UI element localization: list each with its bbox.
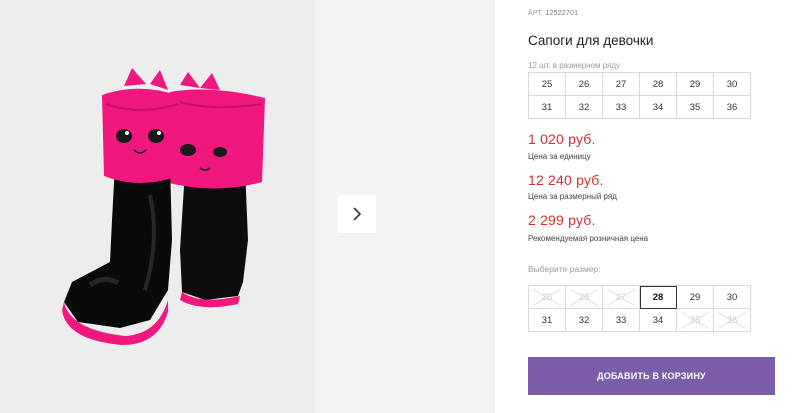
size-option-31[interactable]: 31 <box>529 309 566 332</box>
size-option-25: 25 <box>529 286 566 309</box>
size-row-cell: 28 <box>640 73 677 96</box>
price-retail-note: Рекомендуемая розничная цена <box>528 234 649 243</box>
size-row-label: 12 шт. в размерном ряду <box>528 61 621 70</box>
size-row-cell: 32 <box>566 96 603 119</box>
next-image-button[interactable] <box>338 195 376 233</box>
size-row-cell: 29 <box>677 73 714 96</box>
size-option-35: 35 <box>677 309 714 332</box>
product-image-panel <box>0 0 315 413</box>
chevron-right-icon <box>353 207 362 221</box>
size-option-32[interactable]: 32 <box>566 309 603 332</box>
price-row: 12 240 руб. <box>528 172 604 188</box>
size-option-33[interactable]: 33 <box>603 309 640 332</box>
price-retail: 2 299 руб. <box>528 212 596 228</box>
size-row-cell: 31 <box>529 96 566 119</box>
size-row-cell: 30 <box>714 73 751 96</box>
add-to-cart-button[interactable]: Добавить в корзину <box>528 357 775 395</box>
size-row-grid: 25 26 27 28 29 30 31 32 33 34 35 36 <box>528 72 751 119</box>
size-option-27: 27 <box>603 286 640 309</box>
size-row-cell: 35 <box>677 96 714 119</box>
product-image <box>62 68 265 345</box>
article-number: 12522701 <box>545 10 579 17</box>
price-unit-note: Цена за единицу <box>528 152 591 161</box>
size-option-29[interactable]: 29 <box>677 286 714 309</box>
size-row-cell: 27 <box>603 73 640 96</box>
size-option-34[interactable]: 34 <box>640 309 677 332</box>
article: АРТ. 12522701 <box>528 10 578 17</box>
size-option-30[interactable]: 30 <box>714 286 751 309</box>
price-row-note: Цена за размерный ряд <box>528 192 617 201</box>
size-row-cell: 34 <box>640 96 677 119</box>
size-select-label: Выберите размер: <box>528 264 601 274</box>
size-option-26: 26 <box>566 286 603 309</box>
size-select-grid: 25 26 27 28 29 30 31 32 33 34 35 36 <box>528 285 751 332</box>
boot-front <box>62 68 180 345</box>
size-row-cell: 36 <box>714 96 751 119</box>
price-unit: 1 020 руб. <box>528 131 596 147</box>
size-option-28[interactable]: 28 <box>640 286 677 309</box>
boot-back <box>165 72 265 308</box>
product-title: Сапоги для девочки <box>528 33 654 48</box>
article-label: АРТ. <box>528 10 544 17</box>
size-row-cell: 25 <box>529 73 566 96</box>
size-row-cell: 26 <box>566 73 603 96</box>
size-option-36: 36 <box>714 309 751 332</box>
size-row-cell: 33 <box>603 96 640 119</box>
